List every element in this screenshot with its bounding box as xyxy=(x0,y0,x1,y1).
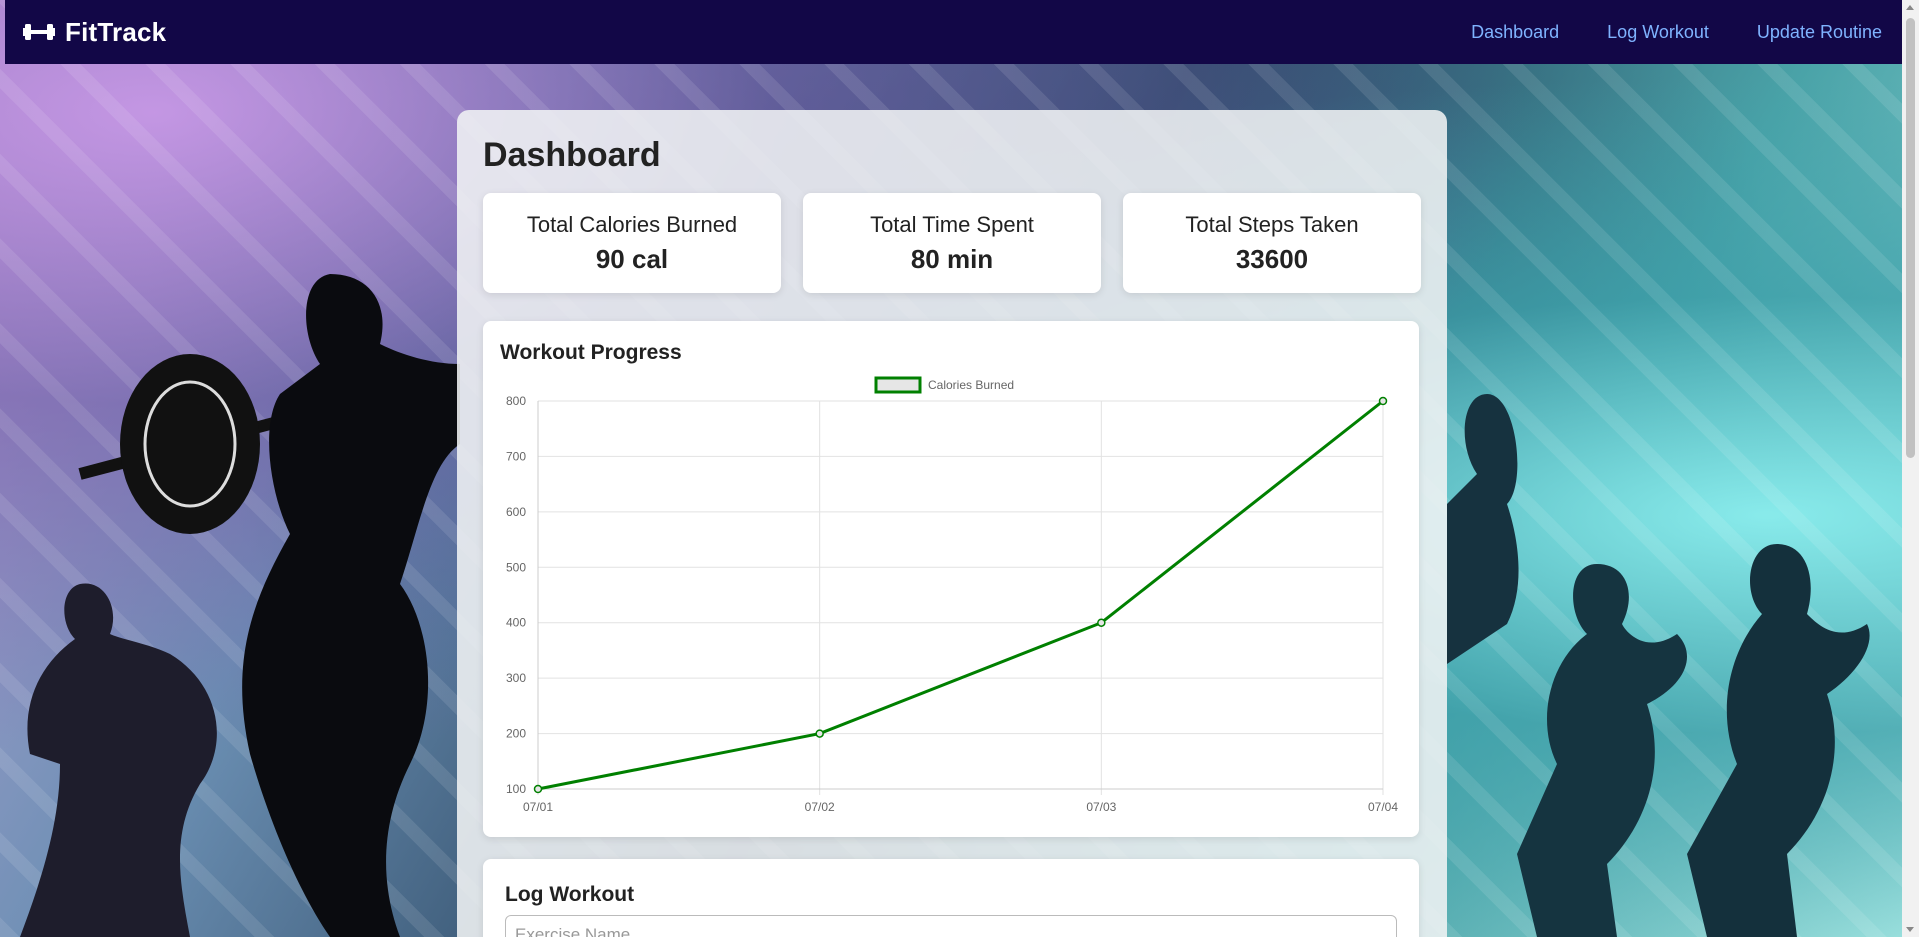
exercise-name-input[interactable] xyxy=(505,915,1397,937)
y-tick-label: 400 xyxy=(506,616,526,630)
y-tick-label: 500 xyxy=(506,560,526,574)
page-title: Dashboard xyxy=(483,136,661,174)
stat-label: Total Calories Burned xyxy=(526,211,738,237)
top-navbar: FitTrack Dashboard Log Workout Update Ro… xyxy=(5,0,1902,64)
data-point xyxy=(1097,618,1106,627)
y-tick-label: 300 xyxy=(506,671,526,685)
stat-label: Total Time Spent xyxy=(870,211,1034,237)
runner-silhouettes-right xyxy=(1447,394,1870,937)
line-chart: 100 200 300 400 500 600 700 800 07/01 07/02 07/03 0… xyxy=(506,376,1398,814)
nav-link-update-routine[interactable]: Update Routine xyxy=(1757,22,1882,43)
stats-row: Total Calories Burned 90 cal Total Time … xyxy=(483,193,1421,293)
stat-value: 33600 xyxy=(1235,243,1309,274)
stat-label: Total Steps Taken xyxy=(1185,211,1359,237)
legend-swatch xyxy=(874,376,922,394)
stat-card-time: Total Time Spent 80 min xyxy=(803,193,1101,293)
log-workout-title: Log Workout xyxy=(505,883,635,906)
workout-progress-card: Workout Progress 100 200 300 400 500 600 700 80… xyxy=(483,321,1419,837)
scroll-up-arrow[interactable] xyxy=(1906,5,1914,10)
series-line xyxy=(537,399,1384,791)
stat-value: 80 min xyxy=(910,243,994,274)
scroll-thumb[interactable] xyxy=(1906,18,1915,458)
stat-card-steps: Total Steps Taken 33600 xyxy=(1123,193,1421,293)
y-tick-label: 700 xyxy=(506,449,526,463)
data-point xyxy=(533,784,543,794)
y-tick-label: 100 xyxy=(506,782,526,796)
brand-title: FitTrack xyxy=(65,16,167,47)
x-tick-label: 07/03 xyxy=(1086,800,1116,814)
stat-card-calories: Total Calories Burned 90 cal xyxy=(483,193,781,293)
y-tick-label: 800 xyxy=(506,394,526,408)
log-workout-card: Log Workout xyxy=(483,859,1419,937)
athlete-silhouettes-left xyxy=(20,274,460,937)
legend-label: Calories Burned xyxy=(928,378,1014,392)
data-point xyxy=(1378,396,1388,406)
nav-link-dashboard[interactable]: Dashboard xyxy=(1471,22,1559,43)
stat-value: 90 cal xyxy=(595,243,669,274)
brand[interactable]: FitTrack xyxy=(23,17,166,48)
dumbbell-icon xyxy=(23,24,55,40)
x-tick-label: 07/02 xyxy=(805,800,835,814)
y-tick-label: 600 xyxy=(506,505,526,519)
x-tick-label: 07/01 xyxy=(523,800,553,814)
dashboard-panel: Dashboard Total Calories Burned 90 cal T… xyxy=(457,110,1447,937)
page-scrollbar[interactable] xyxy=(1902,0,1919,937)
nav-links: Dashboard Log Workout Update Routine xyxy=(1471,22,1882,43)
nav-link-log-workout[interactable]: Log Workout xyxy=(1607,22,1709,43)
scroll-down-arrow[interactable] xyxy=(1906,927,1914,932)
y-tick-label: 200 xyxy=(506,727,526,741)
x-tick-label: 07/04 xyxy=(1368,800,1398,814)
data-point xyxy=(815,729,824,738)
